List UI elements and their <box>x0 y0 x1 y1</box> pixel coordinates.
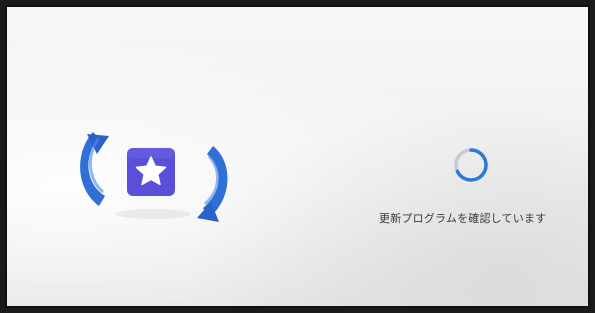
update-refresh-star-icon <box>80 132 228 222</box>
right-refresh-arrow-icon <box>197 146 228 222</box>
illustration-shadow <box>115 209 191 219</box>
update-status: 更新プログラムを確認しています <box>379 141 579 241</box>
left-refresh-arrow-icon <box>80 132 109 206</box>
windows-update-screen: 更新プログラムを確認しています <box>5 5 590 308</box>
update-illustration <box>73 130 231 228</box>
star-tile-icon <box>127 148 175 196</box>
status-message: 更新プログラムを確認しています <box>379 212 547 225</box>
progress-ring-icon <box>451 145 491 185</box>
